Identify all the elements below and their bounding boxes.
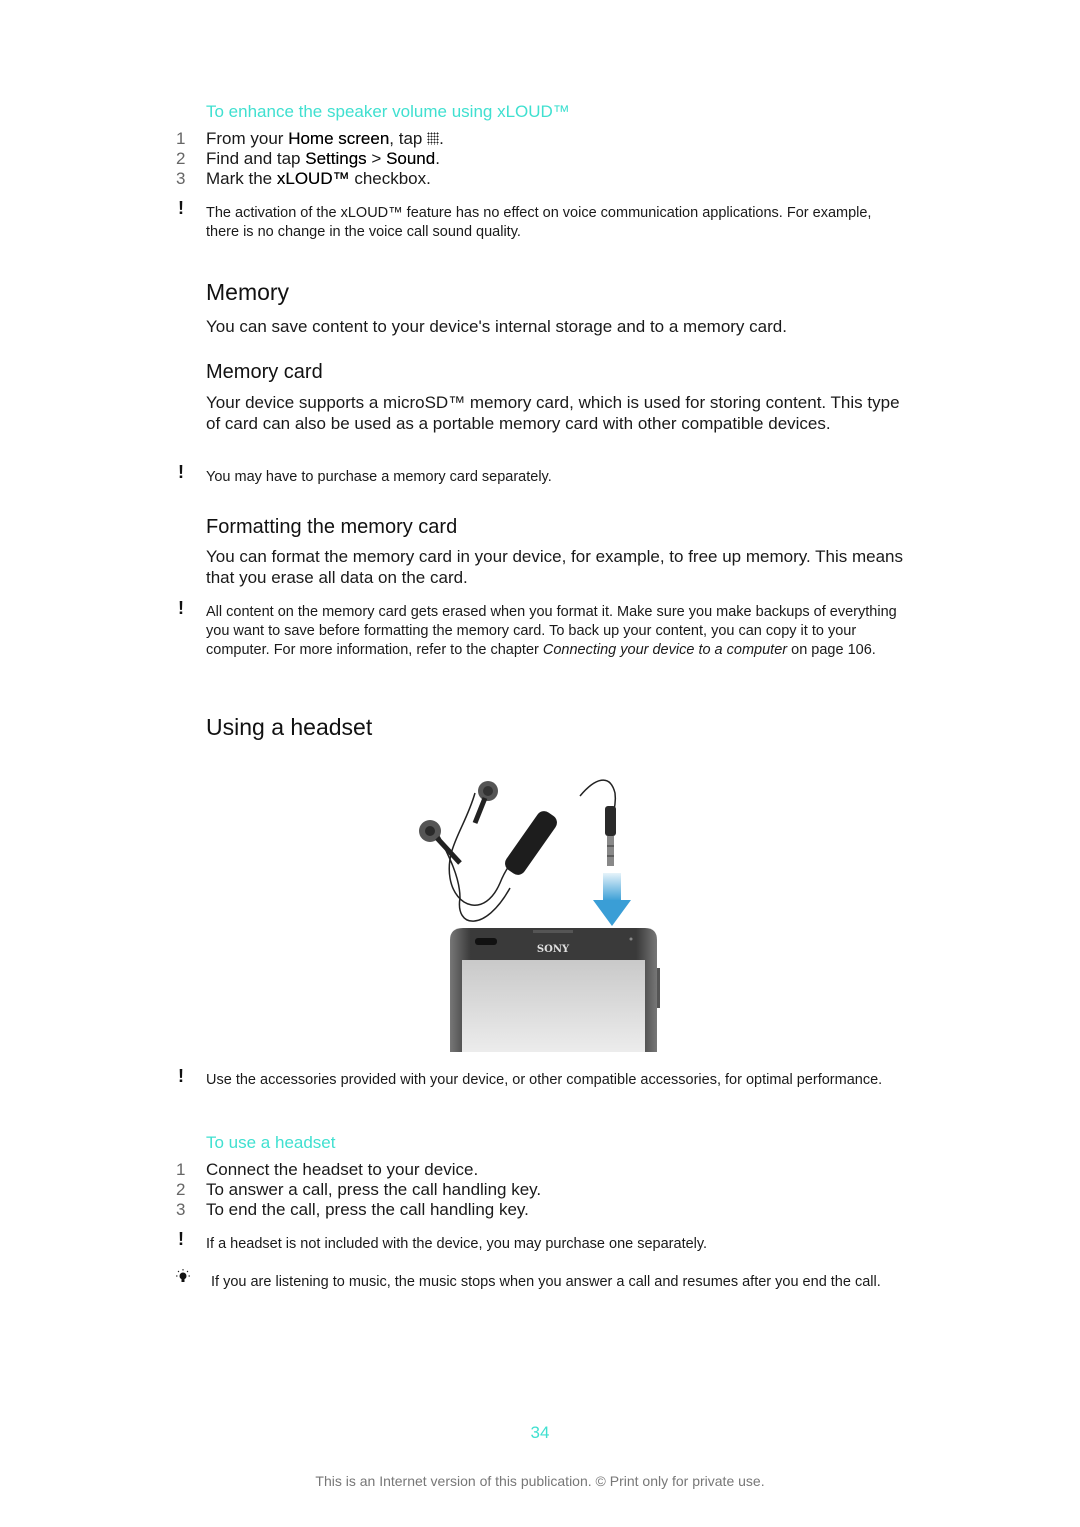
step-text: Connect the headset to your device. [206, 1160, 479, 1179]
step-text: Mark the [206, 169, 277, 188]
headset-illustration: SONY [405, 768, 665, 1052]
warning-icon: ! [178, 198, 184, 218]
step-number: 1 [176, 1160, 186, 1179]
warning-icon: ! [178, 462, 184, 482]
step-bold: Sound [386, 149, 436, 168]
brand-logo: SONY [537, 944, 570, 955]
step-text: From your [206, 129, 289, 148]
step-number: 3 [176, 1200, 186, 1219]
memory-card-note: You may have to purchase a memory card s… [206, 469, 552, 485]
step-text: To answer a call, press the call handlin… [206, 1180, 542, 1199]
use-headset-heading: To use a headset [206, 1133, 336, 1152]
step-bold: Settings [305, 149, 367, 168]
xloud-note: The activation of the xLOUD™ feature has… [206, 205, 872, 240]
step-text: To end the call, press the call handling… [206, 1200, 529, 1219]
headset-image: SONY [419, 779, 660, 1052]
music-tip: If you are listening to music, the music… [211, 1274, 881, 1290]
step-number: 1 [176, 129, 186, 148]
warning-icon: ! [178, 1066, 184, 1086]
memory-card-title: Memory card [206, 361, 323, 383]
xloud-heading: To enhance the speaker volume using xLOU… [206, 102, 570, 121]
step-text: > [366, 149, 387, 168]
tip-lightbulb-icon [174, 1268, 192, 1286]
note-text: on page 106. [787, 642, 876, 658]
headset-title: Using a headset [206, 714, 373, 740]
format-note: All content on the memory card gets eras… [206, 603, 906, 660]
memory-intro: You can save content to your device's in… [206, 317, 787, 336]
step-text: . [439, 129, 444, 148]
step-bold: xLOUD™ [276, 169, 350, 188]
format-text: You can format the memory card in your d… [206, 547, 903, 587]
step-text: checkbox. [349, 169, 431, 188]
footer-notice: This is an Internet version of this publ… [315, 1473, 765, 1489]
step-bold: Home screen [288, 129, 390, 148]
step-text: . [435, 149, 440, 168]
step-text: , tap [389, 129, 428, 148]
warning-icon: ! [178, 598, 184, 618]
chapter-reference-link[interactable]: Connecting your device to a computer [543, 642, 787, 658]
purchase-note: If a headset is not included with the de… [206, 1236, 708, 1252]
step-number: 2 [176, 149, 186, 168]
format-title: Formatting the memory card [206, 516, 458, 538]
step-number: 2 [176, 1180, 186, 1199]
headset-note: Use the accessories provided with your d… [206, 1072, 883, 1088]
memory-card-text: Your device supports a microSD™ memory c… [206, 393, 900, 433]
step-number: 3 [176, 169, 186, 188]
page-number: 34 [530, 1423, 550, 1442]
step-text: Find and tap [206, 149, 306, 168]
warning-icon: ! [178, 1229, 184, 1249]
apps-grid-icon [427, 132, 440, 145]
memory-title: Memory [206, 279, 290, 305]
